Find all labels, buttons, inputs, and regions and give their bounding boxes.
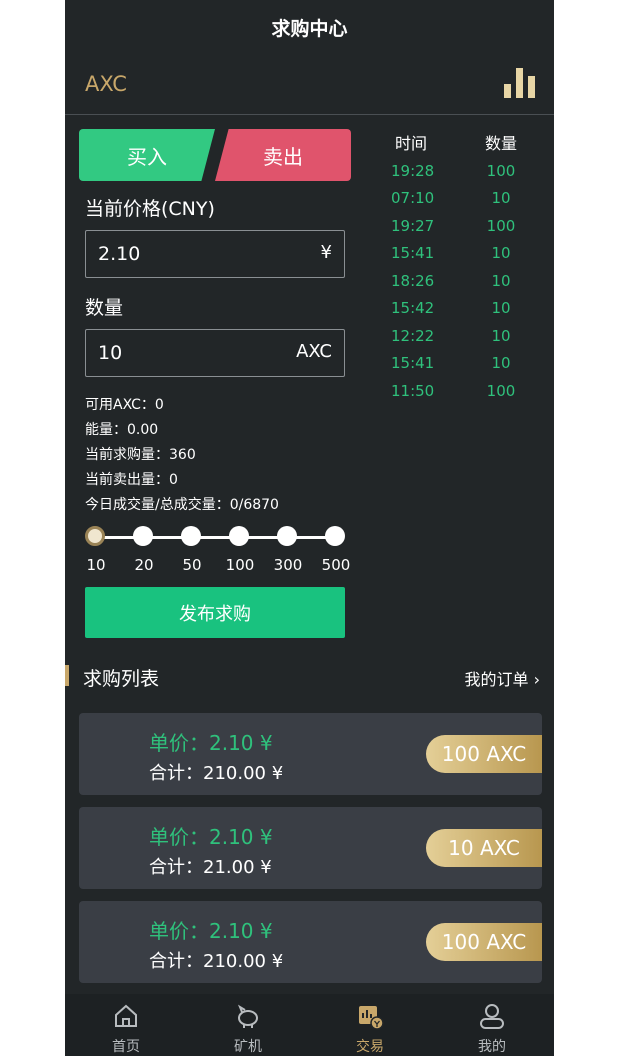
price-label: 当前价格(CNY) bbox=[85, 198, 215, 220]
piggy-bank-icon bbox=[237, 1004, 258, 1028]
trade-time: 15:41 bbox=[391, 354, 435, 372]
order-quantity-badge[interactable]: 100 AXC bbox=[426, 735, 542, 773]
order-quantity-badge[interactable]: 10 AXC bbox=[426, 829, 542, 867]
coin-name: AXC bbox=[85, 72, 127, 96]
trade-time: 07:10 bbox=[391, 189, 435, 207]
nav-trade-label: 交易 bbox=[356, 1039, 384, 1055]
nav-miner-label: 矿机 bbox=[234, 1039, 262, 1055]
user-icon bbox=[480, 1004, 504, 1029]
section-accent-bar bbox=[65, 665, 69, 686]
trade-qty: 10 bbox=[491, 354, 511, 372]
price-input[interactable] bbox=[98, 231, 278, 277]
unit-price: 单价：2.10 ¥ bbox=[149, 731, 273, 755]
slider-label: 500 bbox=[321, 556, 351, 574]
nav-mine-label: 我的 bbox=[478, 1039, 506, 1055]
publish-buy-order-button[interactable]: 发布求购 bbox=[85, 587, 345, 638]
current-buy-volume: 当前求购量：360 bbox=[85, 447, 196, 463]
slider-label: 20 bbox=[134, 556, 154, 574]
trade-qty: 10 bbox=[491, 327, 511, 345]
my-orders-link[interactable]: 我的订单 › bbox=[465, 666, 541, 690]
trade-icon bbox=[359, 1006, 384, 1030]
trade-qty: 10 bbox=[491, 189, 511, 207]
trade-qty: 100 bbox=[486, 382, 516, 400]
available-axc: 可用AXC：0 bbox=[85, 397, 164, 413]
buy-order-card[interactable]: 单价：2.10 ¥ 合计：210.00 ¥ 100 AXC bbox=[79, 713, 542, 795]
slider-knob-20[interactable] bbox=[133, 526, 153, 546]
home-icon bbox=[115, 1004, 137, 1027]
trade-time: 19:27 bbox=[391, 217, 435, 235]
buy-order-card[interactable]: 单价：2.10 ¥ 合计：210.00 ¥ 100 AXC bbox=[79, 901, 542, 983]
slider-knob-100[interactable] bbox=[229, 526, 249, 546]
trade-qty: 100 bbox=[486, 217, 516, 235]
app-screen: 求购中心 AXC 买入 卖出 当前价格(CNY) ¥ 数量 AXC 可用AXC：… bbox=[65, 0, 554, 1056]
quantity-input[interactable] bbox=[98, 330, 278, 376]
unit-price: 单价：2.10 ¥ bbox=[149, 919, 273, 943]
slider-label: 50 bbox=[182, 556, 202, 574]
nav-miner[interactable]: 矿机 bbox=[187, 994, 309, 1056]
trade-time: 15:41 bbox=[391, 244, 435, 262]
order-total: 合计：210.00 ¥ bbox=[149, 951, 284, 972]
nav-mine[interactable]: 我的 bbox=[431, 994, 553, 1056]
trades-time-header: 时间 bbox=[395, 134, 428, 153]
sell-tab[interactable]: 卖出 bbox=[215, 129, 351, 181]
trade-time: 18:26 bbox=[391, 272, 435, 290]
trades-qty-header: 数量 bbox=[485, 134, 518, 153]
daily-total-volume: 今日成交量/总成交量：0/6870 bbox=[85, 497, 279, 513]
current-sell-volume: 当前卖出量：0 bbox=[85, 472, 178, 488]
trade-qty: 10 bbox=[491, 299, 511, 317]
slider-label: 10 bbox=[86, 556, 106, 574]
trade-time: 19:28 bbox=[391, 162, 435, 180]
trade-time: 11:50 bbox=[391, 382, 435, 400]
trade-qty: 10 bbox=[491, 244, 511, 262]
bottom-nav: 首页 矿机 交易 我的 bbox=[65, 994, 554, 1056]
slider-label: 100 bbox=[225, 556, 255, 574]
price-unit: ¥ bbox=[320, 242, 332, 263]
slider-knob-50[interactable] bbox=[181, 526, 201, 546]
order-quantity-badge[interactable]: 100 AXC bbox=[426, 923, 542, 961]
slider-knob-10[interactable] bbox=[85, 526, 105, 546]
bar-chart-icon[interactable] bbox=[504, 68, 536, 98]
trade-time: 15:42 bbox=[391, 299, 435, 317]
order-total: 合计：21.00 ¥ bbox=[149, 857, 272, 878]
trade-qty: 10 bbox=[491, 272, 511, 290]
trade-time: 12:22 bbox=[391, 327, 435, 345]
unit-price: 单价：2.10 ¥ bbox=[149, 825, 273, 849]
quantity-slider-track[interactable] bbox=[95, 536, 335, 539]
nav-trade[interactable]: 交易 bbox=[309, 994, 431, 1056]
buy-tab[interactable]: 买入 bbox=[79, 129, 215, 181]
slider-knob-300[interactable] bbox=[277, 526, 297, 546]
price-field[interactable]: ¥ bbox=[85, 230, 345, 278]
slider-knob-500[interactable] bbox=[325, 526, 345, 546]
nav-home-label: 首页 bbox=[112, 1039, 140, 1055]
buy-list-title: 求购列表 bbox=[83, 668, 160, 690]
slider-label: 300 bbox=[273, 556, 303, 574]
quantity-unit: AXC bbox=[296, 341, 332, 362]
nav-home[interactable]: 首页 bbox=[65, 994, 187, 1056]
quantity-label: 数量 bbox=[85, 297, 124, 319]
quantity-field[interactable]: AXC bbox=[85, 329, 345, 377]
header-divider bbox=[65, 114, 554, 115]
energy: 能量：0.00 bbox=[85, 422, 159, 438]
buy-order-card[interactable]: 单价：2.10 ¥ 合计：21.00 ¥ 10 AXC bbox=[79, 807, 542, 889]
trade-qty: 100 bbox=[486, 162, 516, 180]
order-total: 合计：210.00 ¥ bbox=[149, 763, 284, 784]
page-title: 求购中心 bbox=[271, 18, 348, 40]
